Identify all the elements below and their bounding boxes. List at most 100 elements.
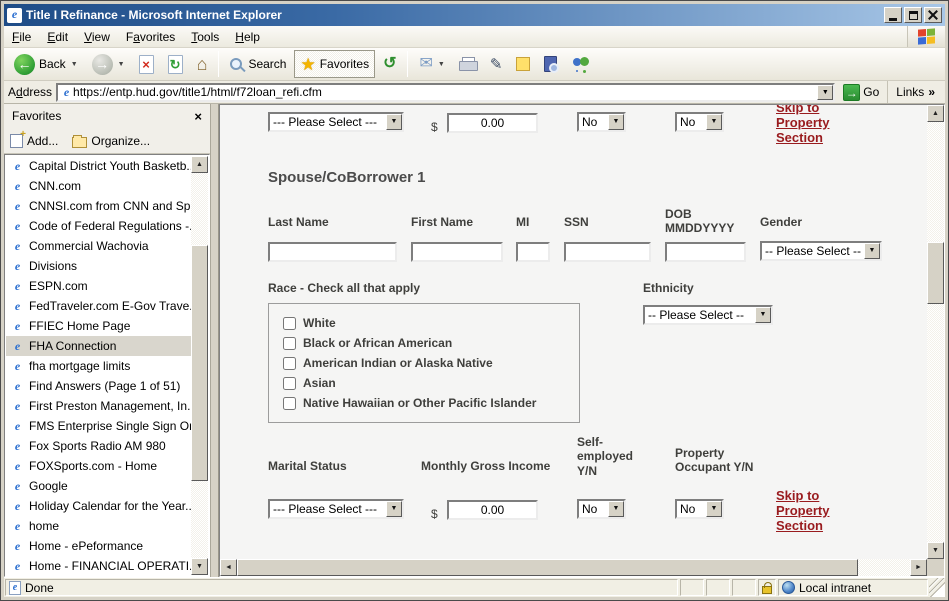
address-dropdown-icon[interactable]: ▼ bbox=[817, 85, 833, 100]
favorites-scrollbar-thumb[interactable] bbox=[191, 245, 208, 481]
scroll-right-icon[interactable]: ► bbox=[910, 559, 927, 576]
favorites-close-icon[interactable]: × bbox=[194, 110, 202, 123]
race-checkbox[interactable] bbox=[283, 377, 296, 390]
favorites-item[interactable]: efha mortgage limits bbox=[6, 356, 191, 376]
favorites-item[interactable]: eCapital District Youth Basketb... bbox=[6, 156, 191, 176]
menu-tools[interactable]: Tools bbox=[183, 27, 227, 47]
favorites-item[interactable]: eFMS Enterprise Single Sign On... bbox=[6, 416, 191, 436]
monthly-income-input[interactable] bbox=[447, 500, 538, 520]
favorites-item[interactable]: eHoliday Calendar for the Year... bbox=[6, 496, 191, 516]
race-checkbox[interactable] bbox=[283, 337, 296, 350]
favorites-item[interactable]: eDivisions bbox=[6, 256, 191, 276]
forward-button[interactable]: → ▼ bbox=[86, 50, 131, 78]
maximize-button[interactable] bbox=[904, 7, 922, 23]
favorites-item[interactable]: eESPN.com bbox=[6, 276, 191, 296]
race-option-pacific-islander[interactable]: Native Hawaiian or Other Pacific Islande… bbox=[283, 396, 536, 410]
favorites-item[interactable]: eFirst Preston Management, In... bbox=[6, 396, 191, 416]
favorites-item[interactable]: eCommercial Wachovia bbox=[6, 236, 191, 256]
menu-view[interactable]: View bbox=[76, 27, 118, 47]
back-dropdown-icon[interactable]: ▼ bbox=[71, 61, 78, 68]
race-option-american-indian[interactable]: American Indian or Alaska Native bbox=[283, 356, 493, 370]
self-employed-select[interactable]: No▼ bbox=[577, 499, 626, 519]
resize-grip[interactable] bbox=[929, 578, 945, 597]
favorites-star-icon: ★ bbox=[300, 56, 315, 73]
vertical-scrollbar-thumb[interactable] bbox=[927, 242, 944, 304]
favorites-item[interactable]: ehome bbox=[6, 516, 191, 536]
organize-favorites-button[interactable]: Organize... bbox=[72, 134, 150, 148]
mail-button[interactable]: ✉ ▼ bbox=[413, 50, 450, 78]
skip-to-property-link-top[interactable]: Skip to Property Section bbox=[776, 105, 838, 146]
scroll-down-icon[interactable]: ▼ bbox=[191, 558, 208, 575]
forward-dropdown-icon[interactable]: ▼ bbox=[118, 61, 125, 68]
sidebar-splitter[interactable] bbox=[211, 104, 219, 577]
favorites-item[interactable]: eFFIEC Home Page bbox=[6, 316, 191, 336]
content-horizontal-scrollbar[interactable]: ◄ ► bbox=[220, 559, 927, 576]
favorites-scrollbar[interactable]: ▲ ▼ bbox=[191, 156, 208, 575]
favorites-item[interactable]: eFox Sports Radio AM 980 bbox=[6, 436, 191, 456]
scroll-down-icon[interactable]: ▼ bbox=[927, 542, 944, 559]
close-button[interactable] bbox=[924, 7, 942, 23]
first-name-input[interactable] bbox=[411, 242, 503, 262]
discuss-button[interactable] bbox=[510, 50, 536, 78]
scroll-up-icon[interactable]: ▲ bbox=[191, 156, 208, 173]
skip-to-property-link[interactable]: Skip to Property Section bbox=[776, 489, 838, 534]
mi-input[interactable] bbox=[516, 242, 550, 262]
monthly-income-input-top[interactable] bbox=[447, 113, 538, 133]
dob-input[interactable] bbox=[665, 242, 746, 262]
gender-select[interactable]: -- Please Select --▼ bbox=[760, 241, 882, 261]
menu-help[interactable]: Help bbox=[227, 27, 268, 47]
property-occupant-select[interactable]: No▼ bbox=[675, 499, 724, 519]
favorites-item[interactable]: eFind Answers (Page 1 of 51) bbox=[6, 376, 191, 396]
status-security-pane bbox=[758, 579, 776, 596]
add-favorite-button[interactable]: Add... bbox=[10, 134, 58, 148]
edit-button[interactable]: ✎ bbox=[484, 50, 509, 78]
horizontal-scrollbar-thumb[interactable] bbox=[237, 559, 858, 576]
favorites-item[interactable]: eGoogle bbox=[6, 476, 191, 496]
race-checkbox[interactable] bbox=[283, 317, 296, 330]
address-input[interactable]: e https://entp.hud.gov/title1/html/f72lo… bbox=[56, 83, 835, 102]
favorites-item[interactable]: eHome - FINANCIAL OPERATI... bbox=[6, 556, 191, 575]
favorites-item[interactable]: eFedTraveler.com E-Gov Trave... bbox=[6, 296, 191, 316]
home-button[interactable]: ⌂ bbox=[191, 50, 214, 78]
favorites-item[interactable]: eHome - ePeformance bbox=[6, 536, 191, 556]
refresh-button[interactable]: ↻ bbox=[162, 50, 189, 78]
race-option-white[interactable]: White bbox=[283, 316, 336, 330]
menu-edit[interactable]: Edit bbox=[39, 27, 76, 47]
history-button[interactable]: ↺ bbox=[377, 50, 402, 78]
print-button[interactable] bbox=[453, 50, 482, 78]
scroll-up-icon[interactable]: ▲ bbox=[927, 105, 944, 122]
ie-favicon: e bbox=[11, 320, 24, 333]
menu-file[interactable]: File bbox=[4, 27, 39, 47]
mail-dropdown-icon[interactable]: ▼ bbox=[438, 61, 445, 68]
favorites-item[interactable]: eCode of Federal Regulations -... bbox=[6, 216, 191, 236]
links-toolbar[interactable]: Links » bbox=[887, 81, 941, 103]
address-url[interactable]: https://entp.hud.gov/title1/html/f72loan… bbox=[73, 85, 817, 99]
research-button[interactable] bbox=[538, 50, 563, 78]
last-name-input[interactable] bbox=[268, 242, 397, 262]
marital-status-select-top[interactable]: --- Please Select ---▼ bbox=[268, 112, 404, 132]
favorites-item[interactable]: eCNN.com bbox=[6, 176, 191, 196]
race-option-black[interactable]: Black or African American bbox=[283, 336, 452, 350]
favorites-button[interactable]: ★ Favorites bbox=[294, 50, 375, 78]
scroll-left-icon[interactable]: ◄ bbox=[220, 559, 237, 576]
stop-button[interactable]: × bbox=[133, 50, 160, 78]
property-occupant-select-top[interactable]: No▼ bbox=[675, 112, 724, 132]
back-button[interactable]: ← Back ▼ bbox=[8, 50, 84, 78]
self-employed-select-top[interactable]: No▼ bbox=[577, 112, 626, 132]
search-button[interactable]: Search bbox=[224, 50, 292, 78]
race-checkbox[interactable] bbox=[283, 357, 296, 370]
ethnicity-select[interactable]: -- Please Select --▼ bbox=[643, 305, 773, 325]
race-option-asian[interactable]: Asian bbox=[283, 376, 336, 390]
minimize-button[interactable] bbox=[884, 7, 902, 23]
favorites-item[interactable]: eFOXSports.com - Home bbox=[6, 456, 191, 476]
messenger-button[interactable] bbox=[565, 50, 597, 78]
menu-favorites[interactable]: Favorites bbox=[118, 27, 183, 47]
ssn-input[interactable] bbox=[564, 242, 651, 262]
ie-favicon: e bbox=[11, 480, 24, 493]
marital-status-select[interactable]: --- Please Select ---▼ bbox=[268, 499, 404, 519]
favorites-item-selected[interactable]: eFHA Connection bbox=[6, 336, 191, 356]
race-checkbox[interactable] bbox=[283, 397, 296, 410]
go-button[interactable]: → Go bbox=[839, 84, 883, 101]
content-vertical-scrollbar[interactable]: ▲ ▼ bbox=[927, 105, 944, 559]
favorites-item[interactable]: eCNNSI.com from CNN and Sp... bbox=[6, 196, 191, 216]
